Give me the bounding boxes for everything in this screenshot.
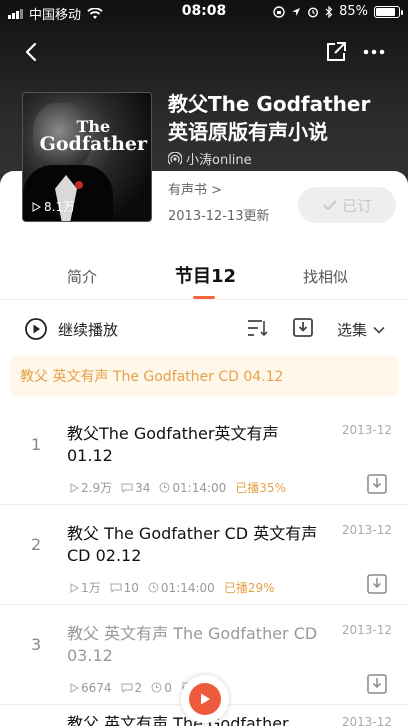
sort-icon[interactable] xyxy=(246,318,268,338)
play-circle-icon xyxy=(25,318,47,340)
play-progress: 已播35% xyxy=(235,481,286,495)
select-episodes-button[interactable]: 选集 xyxy=(337,319,385,340)
subscribe-button[interactable]: 已订 xyxy=(298,187,396,223)
share-icon[interactable] xyxy=(324,40,348,64)
more-icon[interactable] xyxy=(362,42,386,62)
episode-toolbar: 继续播放 选集 xyxy=(0,300,408,356)
battery-icon xyxy=(374,5,403,18)
category-link[interactable]: 有声书 > xyxy=(168,179,222,198)
track-date: 2013-12 xyxy=(341,623,392,637)
play-count-icon xyxy=(70,682,79,693)
podcast-icon xyxy=(168,151,182,164)
battery-percent: 85% xyxy=(339,4,368,19)
last-played-banner[interactable]: 教父 英文有声 The Godfather CD 04.12 xyxy=(10,356,398,396)
nav-bar xyxy=(0,36,408,68)
comment-icon xyxy=(121,683,133,693)
comment-icon xyxy=(110,583,122,593)
cover-play-count: 8.1万 xyxy=(31,198,75,215)
track-meta: 2.9万 34 01:14:00 已播35% xyxy=(70,479,295,496)
clock-icon xyxy=(159,482,170,493)
cover-logo: The Godfather xyxy=(39,117,147,155)
clock-icon xyxy=(148,582,159,593)
track-title: 教父The Godfather英文有声 01.12 xyxy=(67,424,279,465)
track-row[interactable]: 1 教父The Godfather英文有声 01.12 2013-12 2.9万… xyxy=(0,405,408,505)
rotation-lock-icon xyxy=(273,5,285,18)
track-index: 3 xyxy=(31,635,42,654)
comment-icon xyxy=(121,483,133,493)
download-icon[interactable] xyxy=(366,673,388,695)
track-date: 2013-12 xyxy=(341,715,392,726)
track-row[interactable]: 2 教父 The Godfather CD 英文有声 CD 02.12 2013… xyxy=(0,505,408,605)
download-icon[interactable] xyxy=(366,473,388,495)
track-index: 1 xyxy=(31,435,42,454)
play-progress: 已播29% xyxy=(223,581,275,595)
tab-indicator xyxy=(193,296,215,299)
status-bar: 中国移动 08:08 85% xyxy=(0,0,408,24)
tab-intro[interactable]: 简介 xyxy=(67,266,97,287)
check-icon xyxy=(323,200,337,211)
alarm-icon xyxy=(308,6,319,18)
download-icon[interactable] xyxy=(366,573,388,595)
play-count-icon xyxy=(32,201,41,212)
tab-similar[interactable]: 找相似 xyxy=(303,266,348,287)
play-icon xyxy=(201,693,210,705)
chevron-down-icon xyxy=(373,326,385,334)
update-date: 2013-12-13更新 xyxy=(168,209,270,224)
track-date: 2013-12 xyxy=(341,423,392,437)
bluetooth-icon xyxy=(325,5,333,18)
rose-icon xyxy=(75,181,83,189)
tab-bar: 简介 节目12 找相似 xyxy=(0,248,408,300)
tab-episodes[interactable]: 节目12 xyxy=(175,262,236,288)
clock-icon xyxy=(151,682,162,693)
track-title: 教父 The Godfather CD 英文有声 CD 02.12 xyxy=(67,524,318,565)
author-name: 小涛online xyxy=(186,153,252,168)
continue-play-button[interactable]: 继续播放 xyxy=(24,317,118,341)
play-count-icon xyxy=(70,582,79,593)
track-date: 2013-12 xyxy=(341,523,392,537)
album-cover[interactable]: The Godfather 8.1万 xyxy=(22,92,152,222)
album-title: 教父The Godfather英语原版有声小说 xyxy=(168,92,371,144)
play-count-icon xyxy=(70,482,79,493)
track-index: 2 xyxy=(31,535,42,554)
back-icon[interactable] xyxy=(18,38,46,66)
location-icon xyxy=(292,7,301,16)
mini-player-button[interactable] xyxy=(181,675,229,723)
author-link[interactable]: 小涛online xyxy=(168,149,252,168)
track-title: 教父 英文有声 The Godfather CD 03.12 xyxy=(67,624,318,665)
batch-download-icon[interactable] xyxy=(292,316,314,338)
track-meta: 1万 10 01:14:00 已播29% xyxy=(70,579,284,596)
